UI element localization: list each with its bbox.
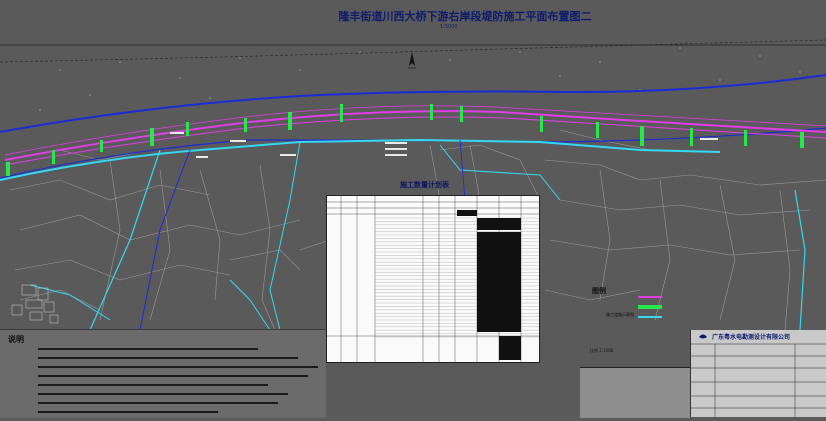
- company-logo-icon: [699, 334, 707, 339]
- note-line: [38, 411, 218, 413]
- drawing-canvas: 隆丰街道川西大桥下游右岸段堤防施工平面布置图二 1:5000 施工数量计划表 说…: [0, 0, 826, 418]
- company-name: 广东粤水电勘测设计有限公司: [712, 334, 791, 341]
- embankment-magenta-1: [4, 110, 826, 161]
- river-boundary-blue: [0, 74, 826, 133]
- road-cyan-branch-2: [269, 141, 301, 331]
- table-fill-block: [457, 210, 477, 216]
- quantity-table: [326, 195, 540, 363]
- drawing-scale-ratio: 1:5000: [440, 24, 458, 30]
- title-block-grid: [691, 334, 826, 417]
- legend-swatches: [638, 296, 662, 318]
- legend-item-road: 施工道路示意图: [606, 312, 634, 317]
- note-line: [38, 375, 308, 377]
- note-line: [38, 384, 268, 386]
- stats-table-title: 施工数量计划表: [400, 181, 449, 189]
- note-line: [38, 393, 288, 395]
- waterway-blue-1: [139, 149, 191, 331]
- note-line: [38, 366, 318, 368]
- table-fill-block: [477, 232, 521, 332]
- notes-panel: 说明: [0, 329, 326, 418]
- drawing-title: 隆丰街道川西大桥下游右岸段堤防施工平面布置图二: [338, 10, 592, 23]
- note-line: [38, 357, 298, 359]
- quantity-table-grid: [327, 196, 539, 362]
- table-fill-block: [477, 218, 521, 230]
- river-boundary-blue-lower: [0, 127, 826, 179]
- quantity-table-fills: [457, 210, 521, 360]
- signature-bar: [580, 367, 690, 418]
- title-block: [690, 330, 826, 417]
- bar-scale-label: 比例 1:1000: [590, 348, 614, 353]
- road-cyan-main: [0, 138, 721, 181]
- table-fill-block: [499, 336, 521, 360]
- note-line: [38, 402, 278, 404]
- note-line: [38, 348, 258, 350]
- road-cyan-branch-1: [89, 149, 161, 331]
- north-arrow-icon: [408, 52, 416, 69]
- road-cyan-branch-3: [439, 144, 561, 201]
- notes-title: 说明: [8, 335, 24, 344]
- terrain-texture: [39, 47, 801, 111]
